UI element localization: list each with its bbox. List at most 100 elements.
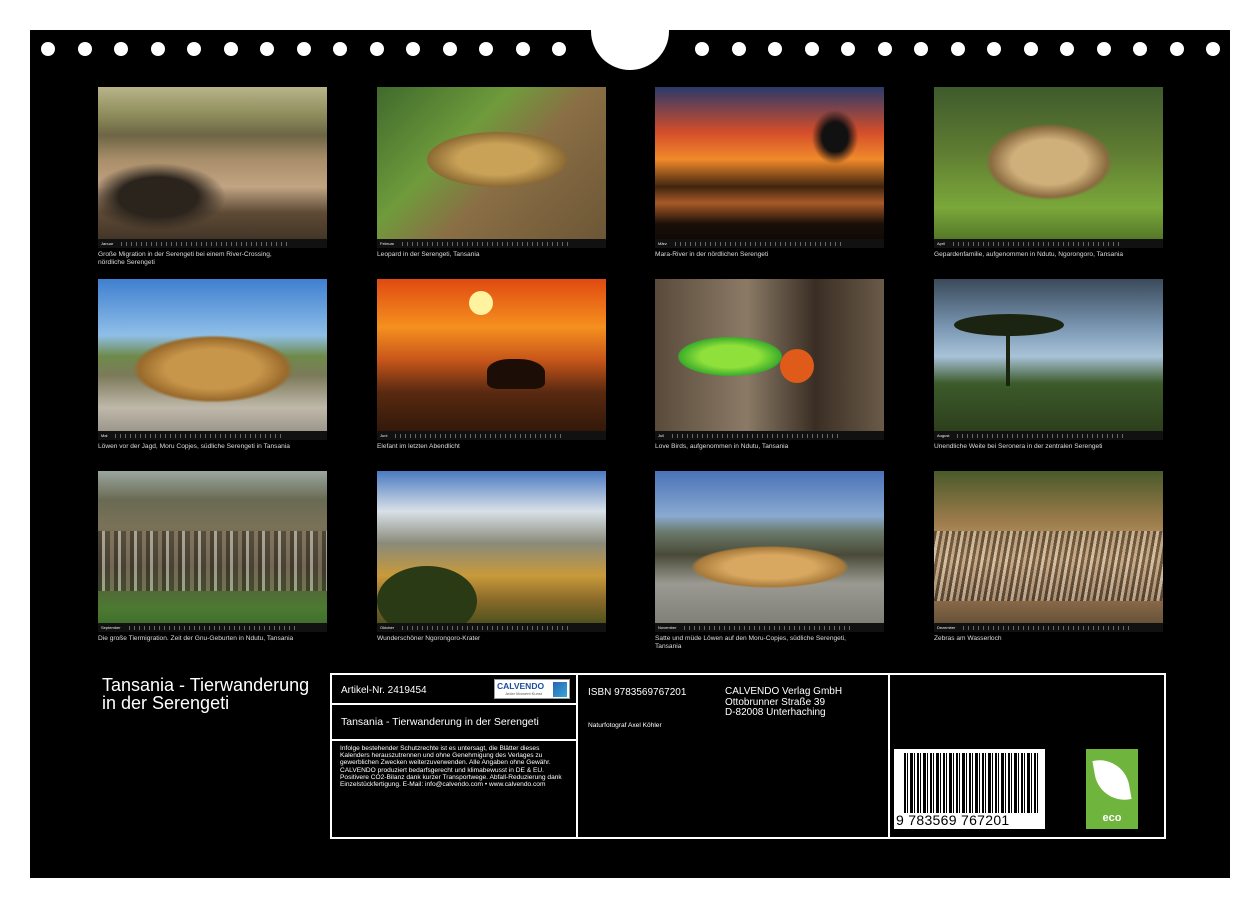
publisher-address: CALVENDO Verlag GmbH Ottobrunner Straße … [725, 686, 842, 719]
day-grid [115, 433, 286, 438]
photo: Mai [98, 279, 327, 440]
info-box: Artikel-Nr. 2419454 CALVENDO Jeder Momen… [330, 673, 1166, 839]
photo: April [934, 87, 1163, 248]
punch-hole [41, 42, 55, 56]
month-thumbnail: Mai Löwen vor der Jagd, Moru Copjes, südl… [98, 279, 327, 451]
punch-hole [1206, 42, 1220, 56]
punch-hole [187, 42, 201, 56]
info-column-publisher: ISBN 9783569767201 CALVENDO Verlag GmbH … [578, 675, 890, 837]
punch-hole [914, 42, 928, 56]
calendar-title: Tansania - Tierwanderung in der Serenget… [102, 675, 310, 713]
punch-hole [515, 42, 530, 56]
month-label: Januar [101, 241, 114, 246]
calendar-back-cover: Januar Große Migration in der Serengeti b… [30, 28, 1230, 878]
month-date-strip: Juni [377, 431, 606, 440]
punch-hole [1096, 42, 1111, 56]
month-thumbnail: August Unendliche Weite bei Seronera in d… [934, 279, 1163, 451]
photo-caption: Zebras am Wasserloch [934, 635, 1002, 642]
punch-hole [114, 42, 128, 56]
photographer: Naturfotograf Axel Köhler [588, 722, 662, 729]
photo: Juni [377, 279, 606, 440]
month-label: Oktober [380, 625, 395, 630]
logo-tagline: Jeder Moment Kunst [505, 691, 542, 696]
product-title: Tansania - Tierwanderung in der Serenget… [332, 705, 576, 741]
month-date-strip: November [655, 623, 884, 632]
hanger-notch [591, 28, 669, 70]
month-thumbnail: Dezember Zebras am Wasserloch [934, 471, 1163, 643]
punch-hole [1133, 42, 1147, 56]
punch-hole [1060, 42, 1074, 56]
month-date-strip: August [934, 431, 1163, 440]
photo: November [655, 471, 884, 632]
punch-hole [987, 42, 1001, 56]
photo: Januar [98, 87, 327, 248]
month-date-strip: Januar [98, 239, 327, 248]
photo-caption: Löwen vor der Jagd, Moru Copjes, südlich… [98, 443, 290, 450]
article-cell: Artikel-Nr. 2419454 CALVENDO Jeder Momen… [332, 675, 576, 705]
punch-hole [369, 42, 384, 56]
month-label: März [658, 241, 667, 246]
photo: August [934, 279, 1163, 440]
punch-hole [804, 42, 819, 56]
punch-hole [260, 42, 274, 56]
month-label: Juli [658, 433, 665, 438]
day-grid [402, 625, 573, 630]
day-grid [674, 241, 845, 246]
month-label: Juni [380, 433, 388, 438]
photo-caption: Die große Tiermigration. Zeit der Gnu-Ge… [98, 635, 294, 642]
month-date-strip: April [934, 239, 1163, 248]
month-thumbnail: März Mara-River in der nördlichen Serenge… [655, 87, 884, 259]
month-thumbnail: Oktober Wunderschöner Ngorongoro-Krater [377, 471, 606, 643]
photo-caption: Love Birds, aufgenommen in Ndutu, Tansan… [655, 443, 789, 450]
info-column-article: Artikel-Nr. 2419454 CALVENDO Jeder Momen… [332, 675, 578, 837]
photo-caption: Gepardenfamilie, aufgenommen in Ndutu, N… [934, 251, 1124, 258]
punch-hole [768, 42, 782, 56]
month-label: November [658, 625, 677, 630]
punch-hole [877, 42, 892, 56]
logo-text: CALVENDO [497, 681, 545, 691]
punch-hole [479, 42, 493, 56]
punch-hole [333, 42, 347, 56]
month-date-strip: Februar [377, 239, 606, 248]
photo-caption: Unendliche Weite bei Seronera in der zen… [934, 443, 1103, 450]
photo-caption: Wunderschöner Ngorongoro-Krater [377, 635, 481, 642]
calvendo-logo: CALVENDO Jeder Moment Kunst [494, 679, 570, 699]
punch-hole [1023, 42, 1038, 56]
month-label: August [937, 433, 950, 438]
eco-label: eco [1102, 812, 1122, 824]
eco-badge: eco [1086, 749, 1138, 829]
photo-caption: Elefant im letzten Abendlicht [377, 443, 460, 450]
punch-hole [731, 42, 746, 56]
month-thumbnail: Februar Leopard in der Serengeti, Tansani… [377, 87, 606, 259]
day-grid [953, 241, 1124, 246]
month-thumbnail: Januar Große Migration in der Serengeti b… [98, 87, 327, 266]
info-column-barcode: 9 783569 767201 eco [890, 675, 1164, 837]
month-date-strip: Mai [98, 431, 327, 440]
photo-caption: Satte und müde Löwen auf den Moru-Copjes… [655, 635, 846, 650]
publisher-city: D-82008 Unterhaching [725, 707, 826, 718]
month-thumbnail: April Gepardenfamilie, aufgenommen in Ndu… [934, 87, 1163, 259]
punch-hole [77, 42, 92, 56]
day-grid [684, 625, 855, 630]
punch-hole [150, 42, 165, 56]
day-grid [402, 241, 573, 246]
month-date-strip: September [98, 623, 327, 632]
day-grid [963, 625, 1134, 630]
calvendo-mark-icon [553, 682, 567, 697]
barcode-bars [904, 753, 1040, 813]
month-thumbnail: Juni Elefant im letzten Abendlicht [377, 279, 606, 451]
month-date-strip: März [655, 239, 884, 248]
photo: Juli [655, 279, 884, 440]
photo-caption: Große Migration in der Serengeti bei ein… [98, 251, 272, 266]
barcode-number: 9 783569 767201 [896, 812, 1010, 828]
month-label: September [101, 625, 121, 630]
day-grid [957, 433, 1128, 438]
punch-hole [1169, 42, 1184, 56]
month-label: Dezember [937, 625, 956, 630]
day-grid [128, 625, 299, 630]
article-number: Artikel-Nr. 2419454 [341, 685, 427, 696]
photo: Oktober [377, 471, 606, 632]
photo: März [655, 87, 884, 248]
barcode: 9 783569 767201 [894, 749, 1045, 829]
month-date-strip: Oktober [377, 623, 606, 632]
